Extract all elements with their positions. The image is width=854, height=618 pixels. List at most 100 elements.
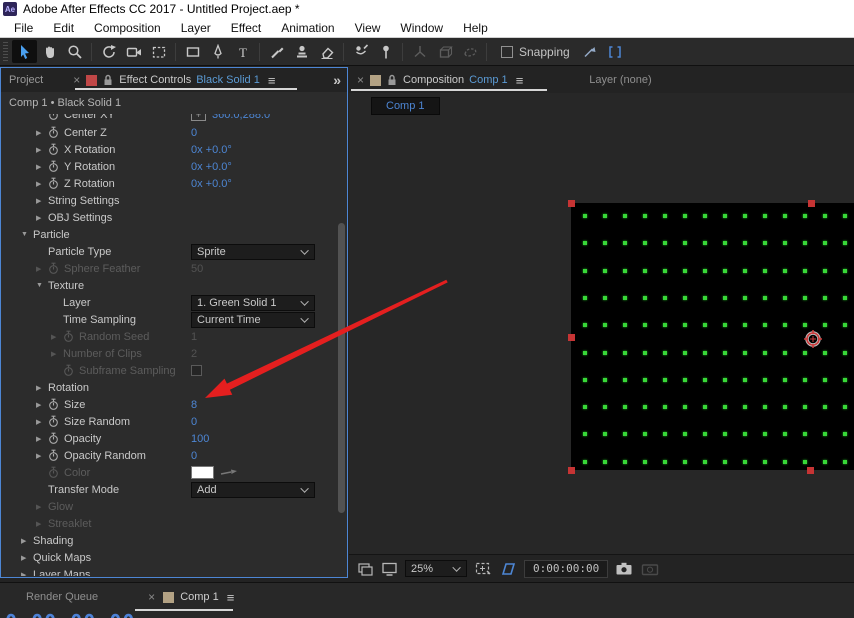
layer-handle[interactable] [807,199,815,207]
property-value[interactable]: 0x +0.0° [191,178,232,190]
tab-composition[interactable]: Composition [403,74,464,86]
panel-menu-icon[interactable]: ≡ [227,590,235,605]
expander-icon[interactable]: ▶ [36,214,48,222]
layer-handle[interactable] [567,466,575,474]
tab-timeline-comp[interactable]: Comp 1 [180,591,219,603]
property-value[interactable]: 100 [191,433,209,445]
current-timecode[interactable]: 0:00:00:00 [5,610,135,618]
scrollbar-thumb[interactable] [338,223,345,513]
expander-icon[interactable]: ▶ [36,197,48,205]
layer-handle[interactable] [567,333,575,341]
point-picker-icon[interactable]: + [191,114,206,121]
expander-icon[interactable]: ▶ [36,435,48,443]
comp-viewer-chip[interactable]: Comp 1 [371,97,440,115]
type-tool-icon[interactable]: T [230,40,255,63]
pen-tool-icon[interactable] [205,40,230,63]
property-value[interactable]: 0 [191,450,197,462]
menu-item-view[interactable]: View [345,21,391,35]
expander-icon[interactable]: ▼ [21,231,33,238]
camera-tool-icon[interactable] [121,40,146,63]
menu-item-help[interactable]: Help [453,21,498,35]
expander-icon[interactable]: ▶ [36,129,48,137]
stopwatch-icon[interactable] [48,398,64,411]
preview-timecode[interactable]: 0:00:00:00 [524,559,609,578]
expander-icon[interactable]: ▶ [36,452,48,460]
expander-icon[interactable]: ▶ [36,520,48,528]
property-dropdown[interactable]: Sprite [191,243,315,260]
mask-visibility-icon[interactable] [499,561,517,577]
panel-menu-icon[interactable]: ≡ [516,73,524,88]
rectangle-tool-icon[interactable] [180,40,205,63]
stopwatch-icon[interactable] [48,114,64,121]
close-icon[interactable]: × [357,73,364,87]
snapping-checkbox[interactable] [501,45,513,58]
property-value[interactable]: 0x +0.0° [191,144,232,156]
menu-item-composition[interactable]: Composition [84,21,171,35]
tab-composition-target[interactable]: Comp 1 [469,74,508,86]
property-dropdown[interactable]: Add [191,481,315,498]
tab-effect-controls[interactable]: Effect Controls [119,74,191,86]
hand-tool-icon[interactable] [37,40,62,63]
expander-icon[interactable]: ▶ [36,401,48,409]
tab-render-queue[interactable]: Render Queue [26,591,98,603]
menu-item-edit[interactable]: Edit [43,21,84,35]
layer-handle[interactable] [806,466,814,474]
property-dropdown[interactable]: 1. Green Solid 1 [191,294,315,311]
composition-viewer[interactable] [349,119,854,554]
property-value[interactable]: 0x +0.0° [191,161,232,173]
eraser-tool-icon[interactable] [314,40,339,63]
brush-tool-icon[interactable] [264,40,289,63]
menu-item-effect[interactable]: Effect [221,21,271,35]
property-value[interactable]: 8 [191,399,197,411]
rotation-tool-icon[interactable] [96,40,121,63]
layer-handle[interactable] [567,199,575,207]
expander-icon[interactable]: ▶ [36,384,48,392]
stopwatch-icon[interactable] [48,177,64,190]
snap-edges-icon[interactable] [603,40,628,63]
stopwatch-icon[interactable] [48,126,64,139]
show-snapshot-icon[interactable] [641,561,660,576]
panel-menu-icon[interactable]: ≡ [268,73,276,88]
property-value[interactable]: 0 [191,416,197,428]
effect-point-crosshair-icon[interactable] [803,329,823,349]
expander-icon[interactable]: ▶ [36,418,48,426]
tab-layer-none[interactable]: Layer (none) [589,74,651,86]
close-icon[interactable]: × [73,73,80,87]
property-value[interactable]: 0 [191,127,197,139]
zoom-tool-icon[interactable] [62,40,87,63]
main-monitor-icon[interactable] [381,561,398,577]
snapshot-camera-icon[interactable] [615,561,634,576]
always-preview-icon[interactable] [357,561,374,577]
pan-behind-tool-icon[interactable] [146,40,171,63]
expander-icon[interactable]: ▶ [21,554,33,562]
expander-icon[interactable]: ▶ [36,163,48,171]
expander-icon[interactable]: ▶ [36,503,48,511]
property-value[interactable]: 360.0,288.0 [212,114,270,121]
property-dropdown[interactable]: Current Time [191,311,315,328]
stopwatch-icon[interactable] [48,415,64,428]
menu-item-animation[interactable]: Animation [271,21,344,35]
stopwatch-icon[interactable] [48,449,64,462]
close-icon[interactable]: × [148,590,155,604]
expander-icon[interactable]: ▶ [36,180,48,188]
menu-item-layer[interactable]: Layer [171,21,221,35]
stopwatch-icon[interactable] [48,143,64,156]
stopwatch-icon[interactable] [48,432,64,445]
magnification-dropdown[interactable]: 25% [405,560,467,577]
menu-item-window[interactable]: Window [390,21,453,35]
toolbar-grip[interactable] [3,41,8,62]
expander-icon[interactable]: ▶ [36,146,48,154]
region-of-interest-icon[interactable] [474,560,492,577]
expander-icon[interactable]: ▶ [51,350,63,358]
snap-guides-icon[interactable] [578,40,603,63]
expander-icon[interactable]: ▶ [51,333,63,341]
tab-effect-controls-target[interactable]: Black Solid 1 [196,74,260,86]
selection-tool-icon[interactable] [12,40,37,63]
menu-item-file[interactable]: File [4,21,43,35]
puppet-pin-tool-icon[interactable] [373,40,398,63]
expander-icon[interactable]: ▶ [21,571,33,577]
clone-stamp-tool-icon[interactable] [289,40,314,63]
expander-icon[interactable]: ▼ [36,282,48,289]
expander-icon[interactable]: ▶ [36,265,48,273]
roto-brush-tool-icon[interactable] [348,40,373,63]
